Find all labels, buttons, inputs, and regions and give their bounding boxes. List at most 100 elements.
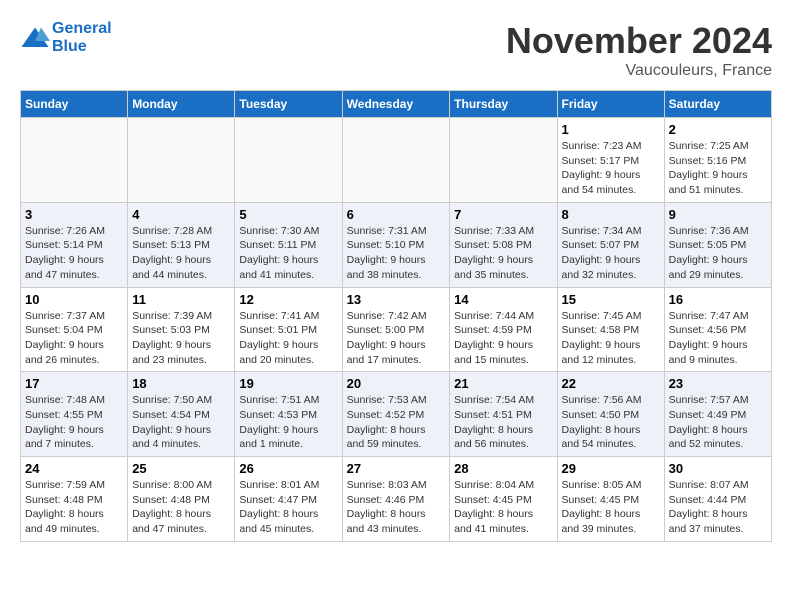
day-number: 17: [25, 376, 123, 391]
calendar-week-row: 24 Sunrise: 7:59 AM Sunset: 4:48 PM Dayli…: [21, 457, 772, 542]
calendar-cell: 23 Sunrise: 7:57 AM Sunset: 4:49 PM Dayli…: [664, 372, 771, 457]
day-info: Sunrise: 7:31 AM Sunset: 5:10 PM Dayligh…: [347, 224, 446, 283]
day-number: 28: [454, 461, 552, 476]
day-number: 13: [347, 292, 446, 307]
calendar-cell: 15 Sunrise: 7:45 AM Sunset: 4:58 PM Dayli…: [557, 287, 664, 372]
calendar-cell: [342, 118, 450, 203]
calendar-cell: 3 Sunrise: 7:26 AM Sunset: 5:14 PM Daylig…: [21, 202, 128, 287]
calendar-cell: 7 Sunrise: 7:33 AM Sunset: 5:08 PM Daylig…: [450, 202, 557, 287]
day-info: Sunrise: 8:04 AM Sunset: 4:45 PM Dayligh…: [454, 478, 552, 537]
day-info: Sunrise: 7:53 AM Sunset: 4:52 PM Dayligh…: [347, 393, 446, 452]
day-number: 15: [562, 292, 660, 307]
calendar-cell: 26 Sunrise: 8:01 AM Sunset: 4:47 PM Dayli…: [235, 457, 342, 542]
calendar-cell: 20Sunrise: 7:53 AM Sunset: 4:52 PM Dayli…: [342, 372, 450, 457]
day-info: Sunrise: 8:05 AM Sunset: 4:45 PM Dayligh…: [562, 478, 660, 537]
calendar-cell: 6 Sunrise: 7:31 AM Sunset: 5:10 PM Daylig…: [342, 202, 450, 287]
weekday-header: Saturday: [664, 91, 771, 118]
weekday-header: Tuesday: [235, 91, 342, 118]
day-info: Sunrise: 7:48 AM Sunset: 4:55 PM Dayligh…: [25, 393, 123, 452]
calendar-cell: 30 Sunrise: 8:07 AM Sunset: 4:44 PM Dayli…: [664, 457, 771, 542]
month-title: November 2024: [506, 20, 772, 62]
day-info: Sunrise: 8:07 AM Sunset: 4:44 PM Dayligh…: [669, 478, 767, 537]
page-header: General Blue November 2024 Vaucouleurs, …: [20, 20, 772, 80]
day-info: Sunrise: 7:26 AM Sunset: 5:14 PM Dayligh…: [25, 224, 123, 283]
day-number: 3: [25, 207, 123, 222]
calendar-cell: [21, 118, 128, 203]
day-number: 19: [239, 376, 337, 391]
day-number: 23: [669, 376, 767, 391]
day-info: Sunrise: 7:54 AM Sunset: 4:51 PM Dayligh…: [454, 393, 552, 452]
day-number: 7: [454, 207, 552, 222]
calendar-cell: 9 Sunrise: 7:36 AM Sunset: 5:05 PM Daylig…: [664, 202, 771, 287]
calendar-cell: 10Sunrise: 7:37 AM Sunset: 5:04 PM Dayli…: [21, 287, 128, 372]
calendar-cell: 27 Sunrise: 8:03 AM Sunset: 4:46 PM Dayli…: [342, 457, 450, 542]
calendar-table: SundayMondayTuesdayWednesdayThursdayFrid…: [20, 90, 772, 542]
day-info: Sunrise: 8:03 AM Sunset: 4:46 PM Dayligh…: [347, 478, 446, 537]
calendar-header-row: SundayMondayTuesdayWednesdayThursdayFrid…: [21, 91, 772, 118]
calendar-cell: [235, 118, 342, 203]
calendar-cell: 1 Sunrise: 7:23 AM Sunset: 5:17 PM Daylig…: [557, 118, 664, 203]
weekday-header: Sunday: [21, 91, 128, 118]
calendar-week-row: 1 Sunrise: 7:23 AM Sunset: 5:17 PM Daylig…: [21, 118, 772, 203]
calendar-week-row: 3 Sunrise: 7:26 AM Sunset: 5:14 PM Daylig…: [21, 202, 772, 287]
day-number: 6: [347, 207, 446, 222]
logo: General Blue: [20, 20, 112, 55]
day-info: Sunrise: 7:59 AM Sunset: 4:48 PM Dayligh…: [25, 478, 123, 537]
day-number: 24: [25, 461, 123, 476]
day-info: Sunrise: 7:45 AM Sunset: 4:58 PM Dayligh…: [562, 309, 660, 368]
calendar-cell: 16 Sunrise: 7:47 AM Sunset: 4:56 PM Dayli…: [664, 287, 771, 372]
calendar-cell: 12Sunrise: 7:41 AM Sunset: 5:01 PM Dayli…: [235, 287, 342, 372]
day-info: Sunrise: 7:41 AM Sunset: 5:01 PM Dayligh…: [239, 309, 337, 368]
day-info: Sunrise: 7:42 AM Sunset: 5:00 PM Dayligh…: [347, 309, 446, 368]
weekday-header: Thursday: [450, 91, 557, 118]
day-number: 27: [347, 461, 446, 476]
logo-icon: [20, 26, 50, 50]
day-info: Sunrise: 7:57 AM Sunset: 4:49 PM Dayligh…: [669, 393, 767, 452]
day-number: 10: [25, 292, 123, 307]
calendar-week-row: 17 Sunrise: 7:48 AM Sunset: 4:55 PM Dayli…: [21, 372, 772, 457]
day-info: Sunrise: 7:30 AM Sunset: 5:11 PM Dayligh…: [239, 224, 337, 283]
day-number: 21: [454, 376, 552, 391]
day-number: 22: [562, 376, 660, 391]
day-info: Sunrise: 7:56 AM Sunset: 4:50 PM Dayligh…: [562, 393, 660, 452]
day-number: 11: [132, 292, 230, 307]
day-number: 16: [669, 292, 767, 307]
calendar-cell: 5 Sunrise: 7:30 AM Sunset: 5:11 PM Daylig…: [235, 202, 342, 287]
day-info: Sunrise: 7:50 AM Sunset: 4:54 PM Dayligh…: [132, 393, 230, 452]
day-number: 25: [132, 461, 230, 476]
day-info: Sunrise: 7:28 AM Sunset: 5:13 PM Dayligh…: [132, 224, 230, 283]
day-number: 8: [562, 207, 660, 222]
day-number: 29: [562, 461, 660, 476]
day-number: 26: [239, 461, 337, 476]
day-info: Sunrise: 7:36 AM Sunset: 5:05 PM Dayligh…: [669, 224, 767, 283]
day-number: 30: [669, 461, 767, 476]
day-number: 2: [669, 122, 767, 137]
day-info: Sunrise: 7:39 AM Sunset: 5:03 PM Dayligh…: [132, 309, 230, 368]
calendar-cell: [450, 118, 557, 203]
calendar-cell: 29 Sunrise: 8:05 AM Sunset: 4:45 PM Dayli…: [557, 457, 664, 542]
day-info: Sunrise: 7:25 AM Sunset: 5:16 PM Dayligh…: [669, 139, 767, 198]
calendar-cell: 25Sunrise: 8:00 AM Sunset: 4:48 PM Dayli…: [128, 457, 235, 542]
day-number: 5: [239, 207, 337, 222]
title-block: November 2024 Vaucouleurs, France: [506, 20, 772, 80]
calendar-cell: 17 Sunrise: 7:48 AM Sunset: 4:55 PM Dayli…: [21, 372, 128, 457]
day-number: 14: [454, 292, 552, 307]
calendar-cell: 14Sunrise: 7:44 AM Sunset: 4:59 PM Dayli…: [450, 287, 557, 372]
weekday-header: Wednesday: [342, 91, 450, 118]
day-info: Sunrise: 8:01 AM Sunset: 4:47 PM Dayligh…: [239, 478, 337, 537]
calendar-cell: 2 Sunrise: 7:25 AM Sunset: 5:16 PM Daylig…: [664, 118, 771, 203]
calendar-cell: 8 Sunrise: 7:34 AM Sunset: 5:07 PM Daylig…: [557, 202, 664, 287]
calendar-cell: 28 Sunrise: 8:04 AM Sunset: 4:45 PM Dayli…: [450, 457, 557, 542]
calendar-cell: [128, 118, 235, 203]
day-info: Sunrise: 7:23 AM Sunset: 5:17 PM Dayligh…: [562, 139, 660, 198]
day-number: 1: [562, 122, 660, 137]
calendar-cell: 11 Sunrise: 7:39 AM Sunset: 5:03 PM Dayli…: [128, 287, 235, 372]
location: Vaucouleurs, France: [506, 62, 772, 80]
calendar-cell: 19Sunrise: 7:51 AM Sunset: 4:53 PM Dayli…: [235, 372, 342, 457]
logo-blue: Blue: [52, 38, 112, 56]
day-info: Sunrise: 7:33 AM Sunset: 5:08 PM Dayligh…: [454, 224, 552, 283]
day-number: 9: [669, 207, 767, 222]
day-info: Sunrise: 7:34 AM Sunset: 5:07 PM Dayligh…: [562, 224, 660, 283]
day-info: Sunrise: 7:47 AM Sunset: 4:56 PM Dayligh…: [669, 309, 767, 368]
weekday-header: Friday: [557, 91, 664, 118]
